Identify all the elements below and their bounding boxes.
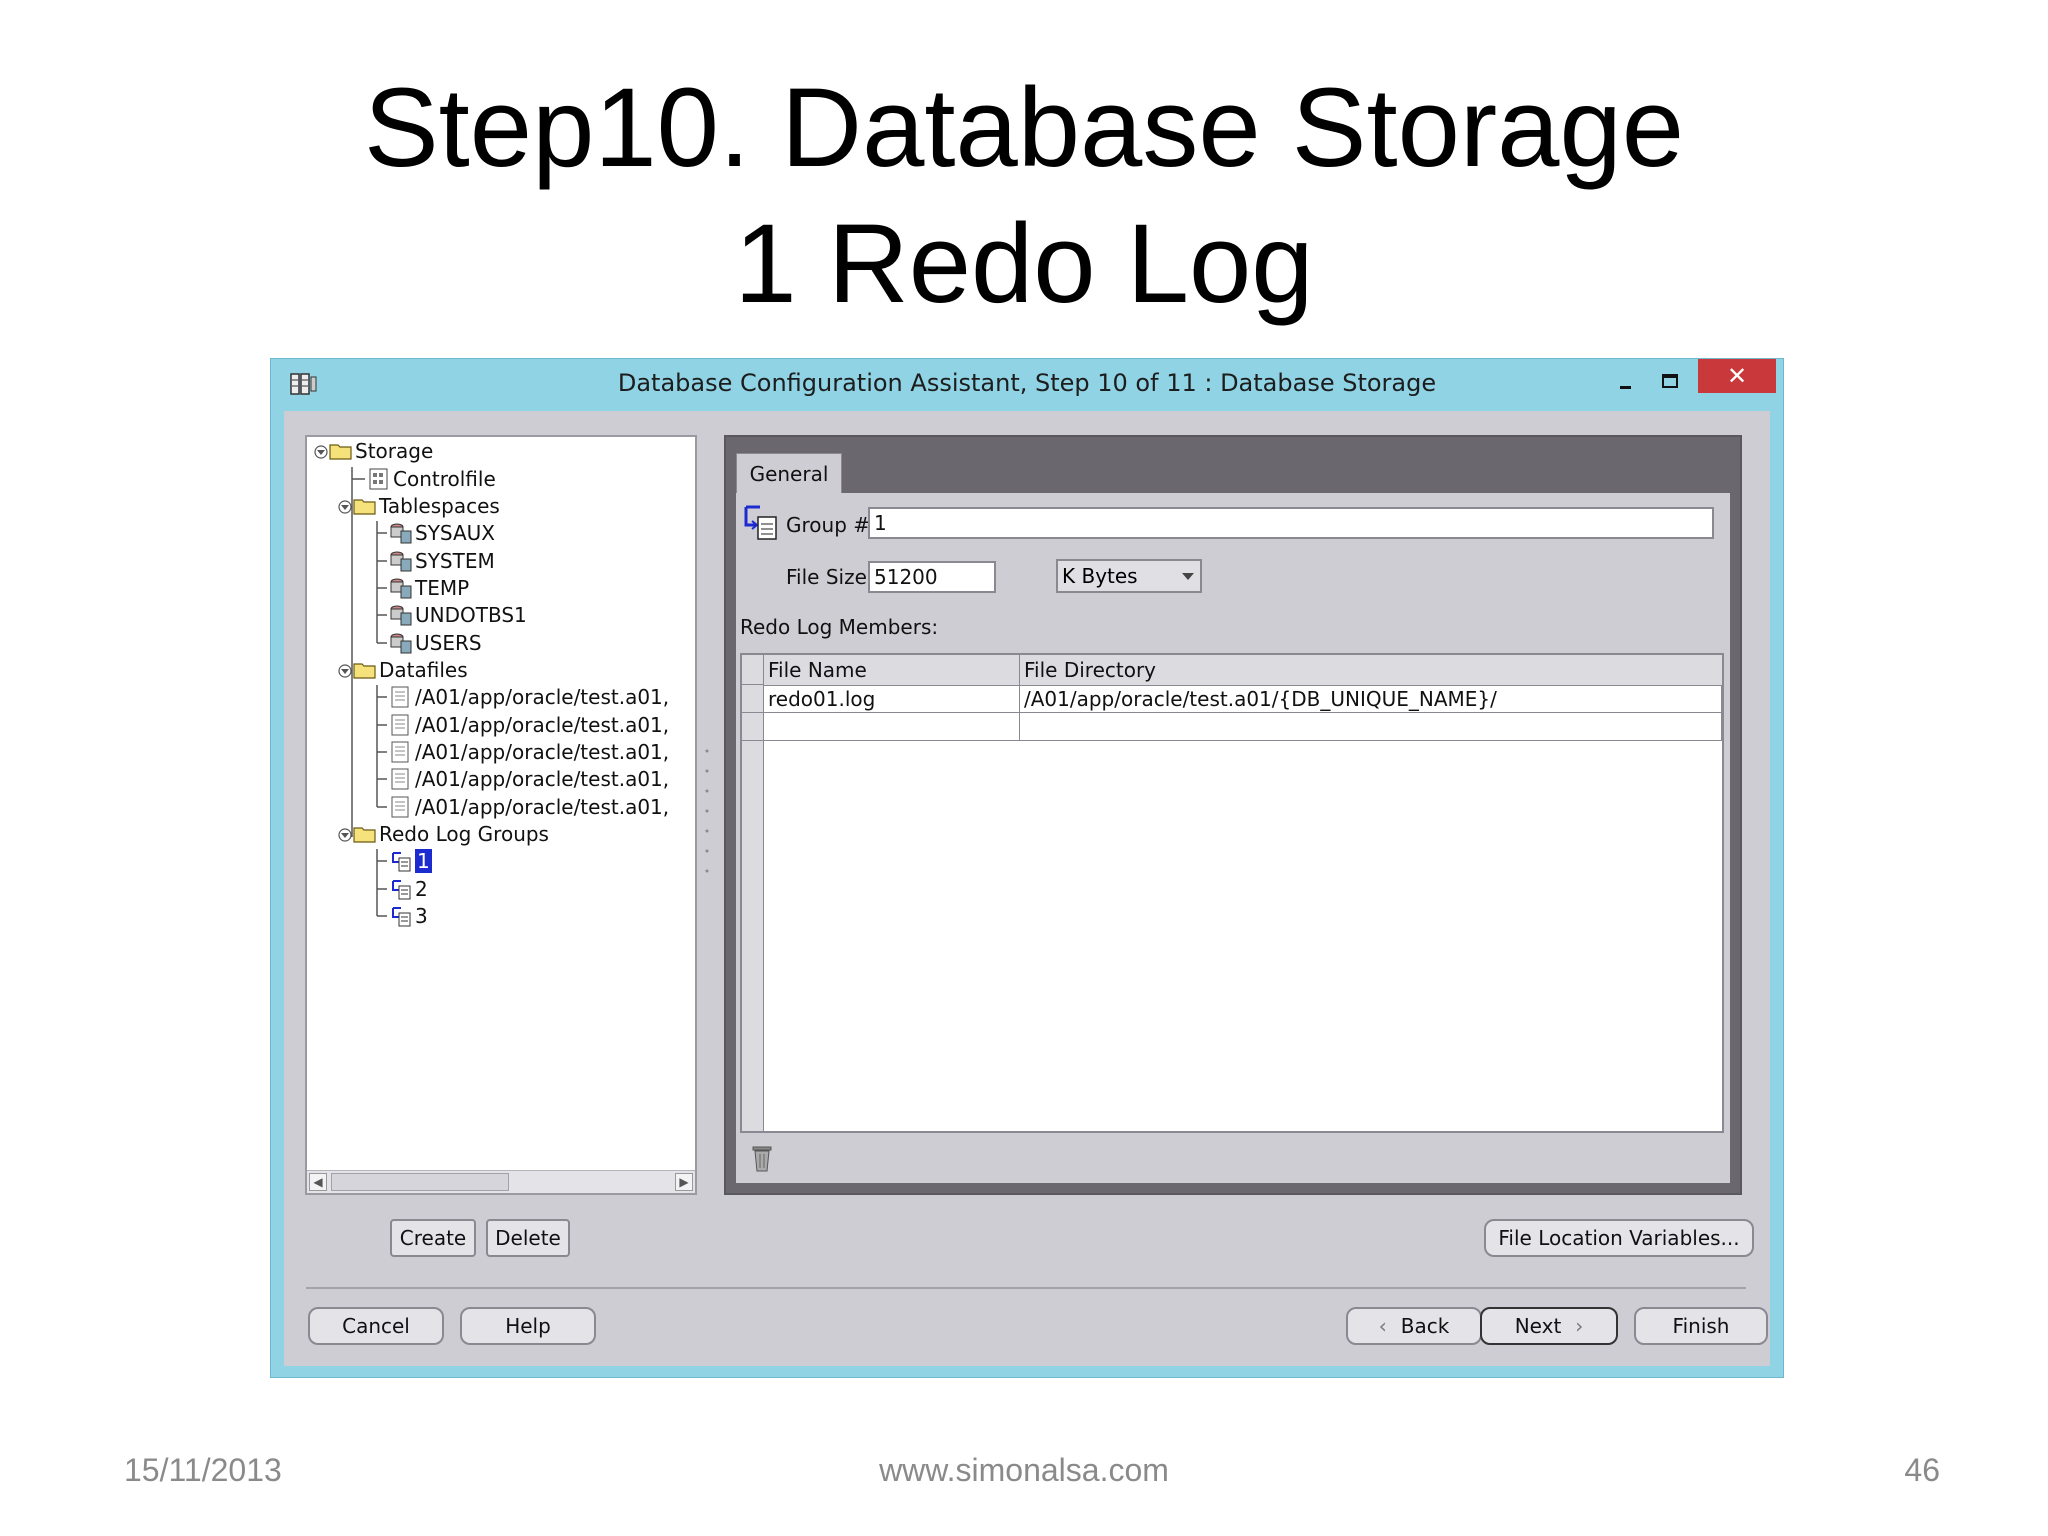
cell-file-name[interactable] — [764, 713, 1020, 741]
redo-log-group-icon — [389, 878, 413, 900]
file-size-unit-select[interactable]: K Bytes — [1056, 559, 1202, 593]
unit-select-value: K Bytes — [1062, 564, 1138, 588]
button-separator — [306, 1287, 1746, 1289]
datafile-icon — [389, 768, 413, 790]
tree-item-label: Tablespaces — [379, 494, 500, 518]
next-button-label: Next — [1514, 1314, 1562, 1338]
chevron-down-icon — [1182, 573, 1194, 580]
table-corner-cell — [742, 655, 764, 685]
row-header[interactable] — [742, 713, 764, 741]
datafile-icon — [389, 796, 413, 818]
tablespace-icon — [389, 577, 413, 599]
cell-file-directory[interactable]: /A01/app/oracle/test.a01/{DB_UNIQUE_NAME… — [1020, 685, 1722, 713]
cancel-button[interactable]: Cancel — [308, 1307, 444, 1345]
redo-log-group-icon — [744, 505, 777, 540]
row-header[interactable] — [742, 685, 764, 713]
scroll-thumb[interactable] — [331, 1173, 509, 1191]
table-header: File Name File Directory — [742, 655, 1722, 686]
redo-log-members-table: File Name File Directory redo01.log /A01… — [740, 653, 1724, 1133]
scroll-right-icon[interactable]: ▶ — [675, 1173, 693, 1191]
file-size-label: File Size: — [786, 565, 874, 589]
general-tab-content: Group #: 1 File Size: 51200 K Bytes Redo… — [736, 493, 1730, 1183]
tree-item-label: UNDOTBS1 — [415, 603, 527, 627]
scroll-left-icon[interactable]: ◀ — [309, 1173, 327, 1191]
folder-icon — [353, 495, 377, 517]
window-titlebar[interactable]: Database Configuration Assistant, Step 1… — [271, 359, 1783, 409]
dbca-window: Database Configuration Assistant, Step 1… — [270, 358, 1784, 1378]
tablespace-icon — [389, 522, 413, 544]
trash-icon[interactable] — [750, 1143, 774, 1173]
folder-icon — [329, 440, 353, 462]
controlfile-icon — [367, 468, 391, 490]
chevron-right-icon: › — [1575, 1314, 1584, 1338]
cell-file-name[interactable]: redo01.log — [764, 685, 1020, 713]
tree-horizontal-scrollbar[interactable]: ◀ ▶ — [307, 1170, 695, 1193]
column-header-file-name[interactable]: File Name — [764, 655, 1020, 685]
tree-item-label: /A01/app/oracle/test.a01, — [415, 740, 670, 764]
tree-item-label: Storage — [355, 439, 434, 463]
tree-item-label: /A01/app/oracle/test.a01, — [415, 767, 670, 791]
minimize-icon[interactable] — [1613, 371, 1639, 397]
redo-log-group-icon — [389, 905, 413, 927]
file-location-variables-button[interactable]: File Location Variables... — [1484, 1219, 1754, 1257]
tablespace-icon — [389, 632, 413, 654]
close-icon[interactable]: ✕ — [1698, 359, 1776, 393]
tablespace-icon — [389, 550, 413, 572]
delete-button[interactable]: Delete — [486, 1219, 570, 1257]
back-button[interactable]: ‹ Back — [1346, 1307, 1482, 1345]
window-title: Database Configuration Assistant, Step 1… — [617, 369, 1437, 397]
tree-item-label: SYSAUX — [415, 521, 495, 545]
tree-item-label: 2 — [415, 877, 428, 901]
chevron-left-icon: ‹ — [1378, 1314, 1387, 1338]
slide-page-number: 46 — [1904, 1452, 1940, 1488]
tree-item-label: 3 — [415, 904, 428, 928]
window-client: Storage Controlfile Tablespaces SYSAUX S… — [284, 411, 1770, 1366]
tree-item-label: Controlfile — [393, 467, 496, 491]
column-header-file-directory[interactable]: File Directory — [1020, 655, 1722, 685]
folder-icon — [353, 823, 377, 845]
tree-item-label: SYSTEM — [415, 549, 495, 573]
help-button[interactable]: Help — [460, 1307, 596, 1345]
slide-footer-url: www.simonalsa.com — [879, 1452, 1169, 1488]
storage-tree[interactable]: Storage Controlfile Tablespaces SYSAUX S… — [305, 435, 697, 1195]
tree-item-label: Datafiles — [379, 658, 468, 682]
next-button[interactable]: Next › — [1480, 1307, 1618, 1345]
datafile-icon — [389, 686, 413, 708]
slide-title-line2: 1 Redo Log — [734, 201, 1314, 326]
tree-item-label: Redo Log Groups — [379, 822, 549, 846]
panel-splitter-handle[interactable] — [702, 741, 712, 891]
tree-item-label: /A01/app/oracle/test.a01, — [415, 795, 670, 819]
tablespace-icon — [389, 604, 413, 626]
back-button-label: Back — [1400, 1314, 1450, 1338]
create-button[interactable]: Create — [390, 1219, 476, 1257]
redo-log-members-label: Redo Log Members: — [740, 615, 939, 639]
slide-title-line1: Step10. Database Storage — [363, 65, 1685, 190]
tree-item-label: TEMP — [415, 576, 470, 600]
tree-item-label: /A01/app/oracle/test.a01, — [415, 713, 670, 737]
file-size-field[interactable]: 51200 — [868, 561, 996, 593]
tab-general[interactable]: General — [736, 453, 842, 493]
datafile-icon — [389, 714, 413, 736]
tree-item-label: USERS — [415, 631, 482, 655]
datafile-icon — [389, 741, 413, 763]
tree-item-redo-group-3[interactable]: 3 — [389, 899, 428, 933]
redo-log-group-icon — [389, 850, 413, 872]
tree-item-label: /A01/app/oracle/test.a01, — [415, 685, 670, 709]
finish-button[interactable]: Finish — [1634, 1307, 1768, 1345]
group-number-field[interactable]: 1 — [868, 507, 1714, 539]
folder-icon — [353, 659, 377, 681]
cell-file-directory[interactable] — [1020, 713, 1722, 741]
tree-item-label: 1 — [414, 848, 433, 874]
redo-log-detail-panel: General Group #: 1 File Size: 51200 K By… — [724, 435, 1742, 1195]
tree-item-redo-log-groups[interactable]: Redo Log Groups — [353, 817, 549, 851]
row-header-column — [742, 741, 764, 1131]
group-number-label: Group #: — [786, 513, 877, 537]
maximize-icon[interactable] — [1657, 369, 1683, 395]
